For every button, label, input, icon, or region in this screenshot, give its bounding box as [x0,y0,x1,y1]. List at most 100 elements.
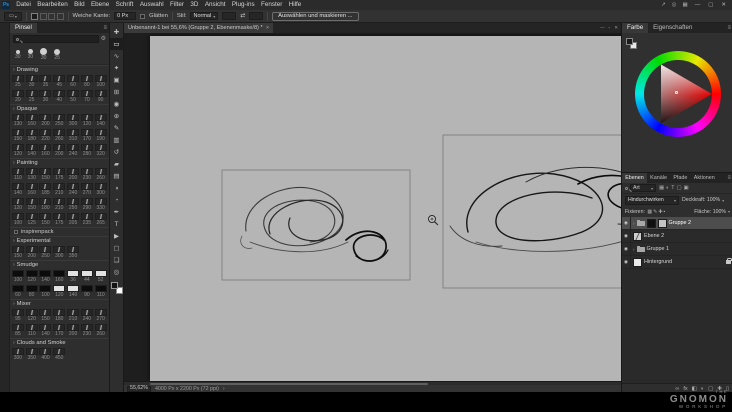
brush-preset[interactable]: 100 [39,284,53,299]
zoom-tool[interactable]: ◎ [110,266,124,278]
brush-preset[interactable]: 120 [80,113,94,128]
brush-preset[interactable]: 200 [66,323,80,338]
brush-preset[interactable]: 140 [39,323,53,338]
brush-preset[interactable]: 140 [94,113,108,128]
brush-preset[interactable]: 90 [94,89,108,104]
brush-preset[interactable]: 250 [52,113,66,128]
panel-color-swatches[interactable] [626,38,637,49]
tab-kan-le[interactable]: Kanäle [647,173,670,183]
brush-preset[interactable]: 160 [25,113,39,128]
brush-preset[interactable]: 180 [39,197,53,212]
antialias-checkbox[interactable] [140,13,146,19]
brush-section-smudge[interactable]: › Smudge [10,260,109,269]
brush-preset[interactable]: 175 [52,167,66,182]
brush-preset[interactable]: 125 [25,212,39,227]
brush-preset[interactable]: 300 [11,347,25,362]
recent-brush[interactable]: 30 [40,48,48,61]
workspace-switcher-icon[interactable]: ▦ [679,0,690,10]
tab-eigenschaften[interactable]: Eigenschaften [648,23,697,33]
brush-preset[interactable]: 100 [11,212,25,227]
doc-restore-icon[interactable]: ▫ [609,23,611,33]
layer-thumbnail-mask[interactable] [657,218,667,228]
recent-brush[interactable]: 30 [15,49,21,60]
width-field[interactable] [222,12,237,20]
move-tool[interactable]: ✚ [110,26,124,38]
brush-preset[interactable]: 320 [94,143,108,158]
brush-preset[interactable]: 190 [94,128,108,143]
brush-preset[interactable]: 210 [52,182,66,197]
brush-preset[interactable]: 200 [25,245,39,260]
visibility-eye-icon[interactable]: ◉ [622,242,631,256]
brush-preset[interactable]: 150 [39,308,53,323]
visibility-eye-icon[interactable]: ◉ [622,217,631,230]
new-selection-mode-icon[interactable] [31,12,38,20]
doc-minimize-icon[interactable]: — [600,23,605,33]
brush-preset[interactable]: 260 [94,323,108,338]
brush-preset[interactable]: 310 [66,128,80,143]
brush-preset[interactable]: 36 [66,269,80,284]
brush-preset[interactable]: 25 [11,74,25,89]
add-layer-mask-icon[interactable]: ◧ [692,384,697,393]
recent-brush[interactable]: 30 [28,49,33,60]
brush-preset[interactable]: 150 [39,212,53,227]
brush-preset[interactable]: 130 [25,167,39,182]
menu-item-fenster[interactable]: Fenster [258,0,286,10]
brush-preset[interactable]: 30 [39,89,53,104]
hand-tool[interactable]: ❏ [110,254,124,266]
brush-preset[interactable]: 110 [94,284,108,299]
brush-preset[interactable]: 280 [80,143,94,158]
brush-preset[interactable]: 230 [80,167,94,182]
brush-preset[interactable]: 180 [25,128,39,143]
layer-thumbnail-dark[interactable] [646,218,656,228]
brush-preset[interactable]: 230 [80,323,94,338]
group-chevron-icon[interactable]: › [633,247,635,252]
brush-preset[interactable]: 265 [94,212,108,227]
brush-preset[interactable]: 180 [52,308,66,323]
brush-preset[interactable]: 240 [80,308,94,323]
layer-row-hintergrund[interactable]: ◉ Hintergrund [622,255,732,269]
brush-preset[interactable]: 290 [80,197,94,212]
brush-preset[interactable]: 300 [94,182,108,197]
brush-preset[interactable]: 170 [80,128,94,143]
brush-preset[interactable]: 185 [39,182,53,197]
brush-preset[interactable]: 35 [39,74,53,89]
color-picker-dot[interactable] [675,91,678,94]
tab-pinsel[interactable]: Pinsel [10,23,37,33]
brush-preset[interactable]: 150 [39,167,53,182]
brush-preset[interactable]: 120 [52,284,66,299]
layer-row-ebene-2[interactable]: ◉ Ebene 2 [622,229,732,243]
brush-preset[interactable]: 260 [52,128,66,143]
brush-preset[interactable]: 60 [11,284,25,299]
brush-preset[interactable]: 110 [25,323,39,338]
new-group-icon[interactable]: ▢ [708,384,713,393]
tab-farbe[interactable]: Farbe [622,23,649,33]
brush-preset[interactable]: 400 [39,347,53,362]
brush-preset[interactable]: 140 [39,269,53,284]
feather-field[interactable]: 0 Px [114,12,137,20]
brush-preset[interactable]: 200 [52,143,66,158]
brush-search-input[interactable] [13,35,99,43]
brush-preset[interactable]: 90 [80,284,94,299]
dodge-tool[interactable]: ◔ [110,194,124,206]
brush-section-painting[interactable]: › Painting [10,158,109,167]
brush-preset[interactable]: 25 [25,89,39,104]
minimize-button[interactable]: — [691,0,705,10]
brush-preset[interactable]: 350 [25,347,39,362]
brush-preset[interactable]: 210 [66,308,80,323]
brush-preset[interactable]: 95 [11,308,25,323]
brush-preset[interactable]: 175 [52,212,66,227]
history-brush-tool[interactable]: ↺ [110,146,124,158]
tab-aktionen[interactable]: Aktionen [691,173,718,183]
brush-preset[interactable]: 85 [11,323,25,338]
shape-tool[interactable]: ▢ [110,242,124,254]
brush-preset[interactable]: 160 [25,182,39,197]
menu-item-bild[interactable]: Bild [71,0,88,10]
brush-section-experimental[interactable]: › Experimental [10,236,109,245]
subtract-selection-mode-icon[interactable] [48,12,55,20]
marquee-tool[interactable]: ▭ [109,38,124,50]
brush-tool[interactable]: ✎ [110,122,124,134]
brush-preset[interactable]: 40 [52,89,66,104]
filter-smart-objects-icon[interactable]: ▣ [682,185,689,191]
brush-preset[interactable]: 450 [52,347,66,362]
brush-section-opaque[interactable]: › Opaque [10,104,109,113]
